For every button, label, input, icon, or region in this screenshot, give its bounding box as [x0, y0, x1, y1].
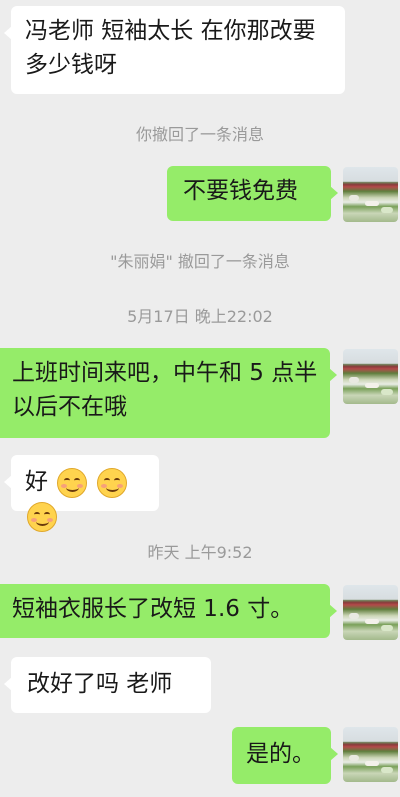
user-avatar[interactable] [343, 727, 398, 782]
message-text: 短袖衣服长了改短 1.6 寸。 [12, 596, 294, 622]
message-text: 是的。 [246, 741, 315, 767]
message-bubble-incoming[interactable]: 好 [4, 455, 159, 532]
smile-blush-emoji [27, 501, 57, 532]
message-text: 好 [25, 469, 48, 495]
smile-blush-emoji [57, 467, 88, 498]
message-bubble-incoming[interactable]: 冯老师 短袖太长 在你那改要多少钱呀 [4, 6, 345, 94]
user-avatar[interactable] [343, 349, 398, 404]
message-text: 上班时间来吧，中午和 5 点半以后不在哦 [12, 360, 318, 420]
message-text: 改好了吗 老师 [27, 671, 173, 697]
message-bubble-outgoing[interactable]: 短袖衣服长了改短 1.6 寸。 [0, 584, 337, 638]
message-bubble-incoming[interactable]: 改好了吗 老师 [4, 657, 211, 713]
timestamp: 昨天 上午9:52 [147, 543, 253, 562]
message-bubble-outgoing[interactable]: 不要钱免费 [167, 166, 338, 221]
message-text: 不要钱免费 [183, 178, 298, 204]
user-avatar[interactable] [343, 167, 398, 222]
user-avatar[interactable] [343, 585, 398, 640]
recall-notice: 你撤回了一条消息 [135, 125, 264, 144]
message-text: 冯老师 短袖太长 在你那改要多少钱呀 [25, 18, 316, 78]
message-bubble-outgoing[interactable]: 是的。 [232, 727, 338, 784]
smile-blush-emoji [96, 467, 127, 498]
timestamp: 5月17日 晚上22:02 [127, 307, 273, 326]
message-bubble-outgoing[interactable]: 上班时间来吧，中午和 5 点半以后不在哦 [0, 348, 337, 438]
recall-notice: "朱丽娟" 撤回了一条消息 [110, 252, 290, 271]
